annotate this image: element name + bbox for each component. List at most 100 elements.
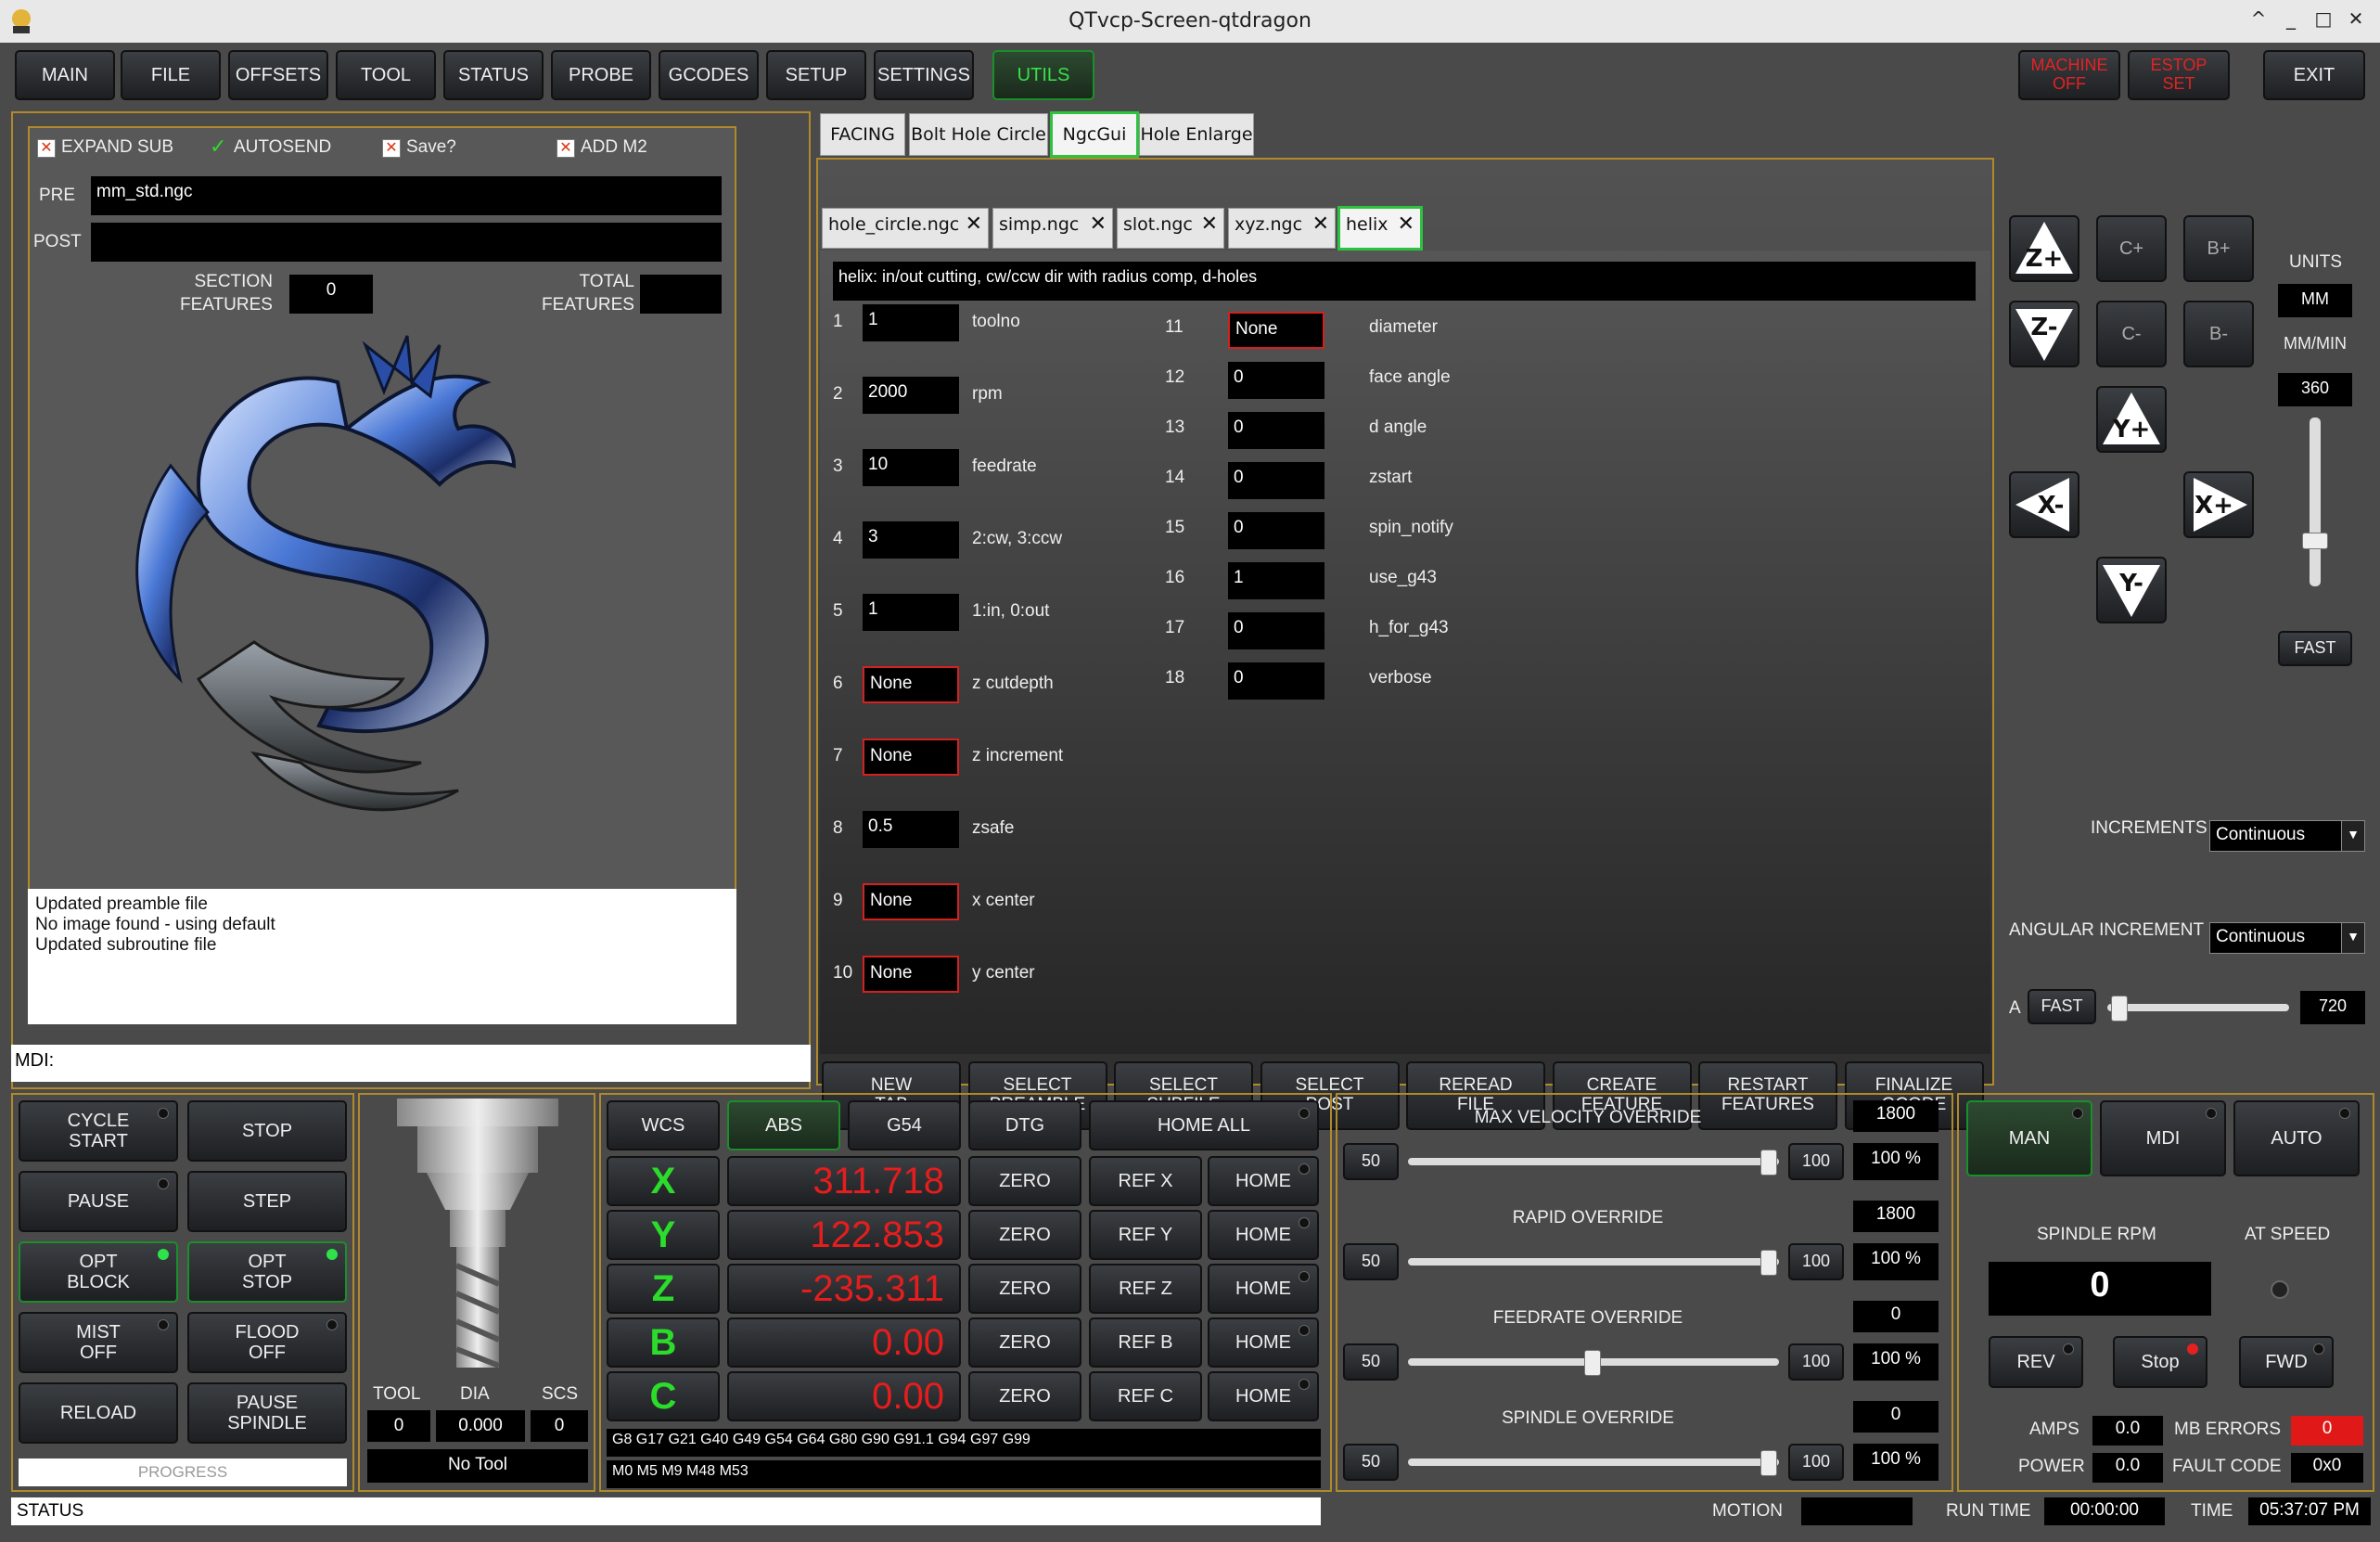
param-input[interactable]: 0 [1228,612,1324,649]
estop-button[interactable]: ESTOP SET [2128,50,2230,100]
override-slider-knob[interactable] [1760,1450,1777,1476]
jog-rate-slider-knob[interactable] [2302,533,2328,549]
g54-button[interactable]: G54 [848,1100,961,1150]
zero-axis-button[interactable]: ZERO [968,1264,1081,1314]
zero-axis-button[interactable]: ZERO [968,1371,1081,1421]
exit-button[interactable]: EXIT [2263,50,2365,100]
file-tab-hole-circle[interactable]: hole_circle.ngc ✕ [822,208,989,249]
param-input[interactable]: 1 [863,594,959,631]
increments-select[interactable]: Continuous ▼ [2209,820,2365,852]
file-tab-helix[interactable]: helix ✕ [1337,206,1423,251]
zero-axis-button[interactable]: ZERO [968,1156,1081,1206]
close-icon[interactable]: ✕ [1398,212,1414,236]
jog-c-minus-button[interactable]: C- [2096,301,2167,367]
override-max-button[interactable]: 100 [1788,1243,1844,1280]
close-icon[interactable]: ✕ [1201,212,1218,236]
file-tab-simp[interactable]: simp.ngc ✕ [992,208,1113,249]
add-m2-checkbox[interactable]: ✕ [557,139,575,158]
jog-y-minus-button[interactable]: Y- [2096,557,2167,623]
post-input[interactable] [91,223,722,262]
ref-axis-button[interactable]: REF Z [1089,1264,1202,1314]
reload-button[interactable]: RELOAD [19,1382,178,1444]
utils-tab-hole-enlarge[interactable]: Hole Enlarge [1139,113,1254,156]
window-maximize-button[interactable]: □ [2310,7,2337,30]
home-axis-button[interactable]: HOME [1208,1264,1319,1314]
mist-button[interactable]: MIST OFF [19,1312,178,1373]
override-slider[interactable] [1408,1350,1779,1376]
home-all-button[interactable]: HOME ALL [1089,1100,1319,1150]
spindle-stop-button[interactable]: Stop [2113,1336,2207,1388]
param-input[interactable]: 0 [1228,462,1324,499]
tab-file[interactable]: FILE [121,50,221,100]
tab-main[interactable]: MAIN [15,50,115,100]
mdi-input[interactable]: MDI: [11,1045,811,1082]
param-input[interactable]: 0 [1228,512,1324,549]
close-icon[interactable]: ✕ [1090,212,1107,236]
ref-axis-button[interactable]: REF B [1089,1317,1202,1368]
close-icon[interactable]: ✕ [1312,212,1329,236]
home-axis-button[interactable]: HOME [1208,1371,1319,1421]
param-input[interactable]: 1 [1228,562,1324,599]
param-input[interactable]: 0 [1228,662,1324,700]
window-shade-button[interactable]: ^ [2245,7,2272,30]
expand-sub-checkbox[interactable]: ✕ [37,139,56,158]
tab-offsets[interactable]: OFFSETS [228,50,328,100]
jog-fast-button[interactable]: FAST [2278,631,2352,666]
spindle-rev-button[interactable]: REV [1989,1336,2083,1388]
ref-axis-button[interactable]: REF C [1089,1371,1202,1421]
a-rate-slider[interactable] [2107,996,2289,1022]
param-input[interactable]: None [863,666,959,703]
override-slider-knob[interactable] [1760,1150,1777,1176]
override-max-button[interactable]: 100 [1788,1143,1844,1180]
angular-increment-select[interactable]: Continuous ▼ [2209,922,2365,954]
jog-y-plus-button[interactable]: Y+ [2096,386,2167,453]
param-input[interactable]: 2000 [863,377,959,414]
file-tab-slot[interactable]: slot.ngc ✕ [1117,208,1224,249]
tab-tool[interactable]: TOOL [336,50,436,100]
param-input[interactable]: 0 [1228,362,1324,399]
jog-b-plus-button[interactable]: B+ [2183,215,2254,282]
utils-tab-ngcgui[interactable]: NgcGui [1050,111,1139,158]
zero-axis-button[interactable]: ZERO [968,1210,1081,1260]
home-axis-button[interactable]: HOME [1208,1156,1319,1206]
utils-tab-facing[interactable]: FACING [820,113,905,156]
param-input[interactable]: 3 [863,521,959,559]
opt-stop-button[interactable]: OPT STOP [187,1241,347,1303]
override-slider[interactable] [1408,1450,1779,1476]
machine-off-button[interactable]: MACHINE OFF [2018,50,2120,100]
override-max-button[interactable]: 100 [1788,1343,1844,1381]
zero-axis-button[interactable]: ZERO [968,1317,1081,1368]
home-axis-button[interactable]: HOME [1208,1210,1319,1260]
close-icon[interactable]: ✕ [966,212,982,236]
tab-status[interactable]: STATUS [443,50,544,100]
mode-mdi-button[interactable]: MDI [2100,1100,2226,1176]
param-input[interactable]: None [1228,312,1324,349]
override-min-button[interactable]: 50 [1343,1143,1399,1180]
override-slider-knob[interactable] [1584,1350,1601,1376]
param-input[interactable]: None [863,956,959,993]
cycle-start-button[interactable]: CYCLE START [19,1100,178,1162]
override-slider-knob[interactable] [1760,1250,1777,1276]
jog-rate-slider[interactable] [2302,418,2328,586]
tab-probe[interactable]: PROBE [551,50,651,100]
jog-c-plus-button[interactable]: C+ [2096,215,2167,282]
flood-button[interactable]: FLOOD OFF [187,1312,347,1373]
param-input[interactable]: 10 [863,449,959,486]
jog-z-plus-button[interactable]: Z+ [2009,215,2079,282]
a-rate-slider-knob[interactable] [2111,996,2128,1022]
jog-x-minus-button[interactable]: X- [2009,471,2079,538]
stop-button[interactable]: STOP [187,1100,347,1162]
autosend-check-icon[interactable]: ✓ [210,135,226,159]
home-axis-button[interactable]: HOME [1208,1317,1319,1368]
override-min-button[interactable]: 50 [1343,1243,1399,1280]
ref-axis-button[interactable]: REF Y [1089,1210,1202,1260]
override-slider[interactable] [1408,1250,1779,1276]
step-button[interactable]: STEP [187,1171,347,1232]
override-min-button[interactable]: 50 [1343,1444,1399,1481]
param-input[interactable]: 1 [863,304,959,341]
jog-b-minus-button[interactable]: B- [2183,301,2254,367]
tab-settings[interactable]: SETTINGS [874,50,974,100]
override-max-button[interactable]: 100 [1788,1444,1844,1481]
save-checkbox[interactable]: ✕ [382,139,401,158]
tab-setup[interactable]: SETUP [766,50,866,100]
